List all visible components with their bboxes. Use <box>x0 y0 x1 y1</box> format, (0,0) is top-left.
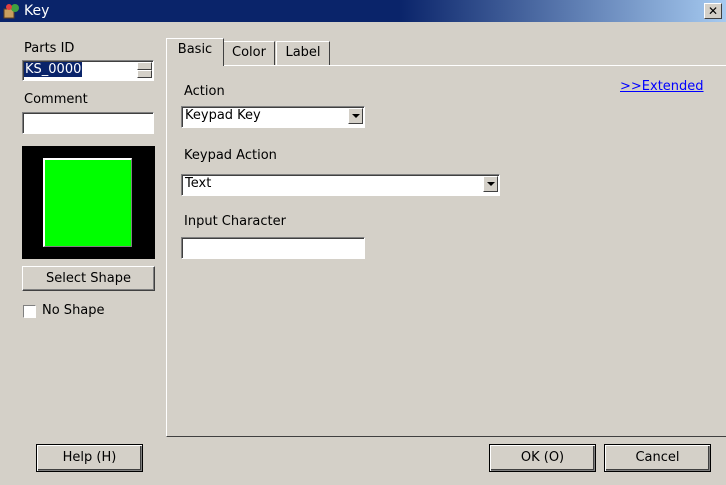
spin-down-button[interactable] <box>137 70 152 78</box>
keypad-action-label: Keypad Action <box>184 148 277 163</box>
select-shape-button[interactable]: Select Shape <box>22 266 155 291</box>
no-shape-checkbox[interactable] <box>23 305 36 318</box>
select-shape-label: Select Shape <box>46 271 131 286</box>
shape-swatch <box>43 158 132 247</box>
shape-preview <box>22 146 155 259</box>
tab-basic[interactable]: Basic <box>166 38 224 66</box>
tab-color[interactable]: Color <box>223 41 275 65</box>
action-dropdown[interactable]: Keypad Key <box>181 106 365 128</box>
chevron-down-icon[interactable] <box>348 108 363 124</box>
cancel-button[interactable]: Cancel <box>604 444 711 472</box>
keypad-action-value: Text <box>185 176 212 191</box>
title-bar: Key ✕ <box>0 0 726 22</box>
parts-id-label: Parts ID <box>24 41 75 56</box>
action-value: Keypad Key <box>185 108 261 123</box>
input-character-field[interactable] <box>181 237 365 259</box>
close-icon: ✕ <box>707 4 719 18</box>
no-shape-label: No Shape <box>42 303 105 318</box>
chevron-down-icon[interactable] <box>483 176 498 192</box>
parts-id-value: KS_0000 <box>24 62 83 77</box>
app-icon <box>3 4 19 19</box>
spin-up-button[interactable] <box>137 62 152 70</box>
parts-id-field[interactable]: KS_0000 <box>22 60 154 81</box>
help-button[interactable]: Help (H) <box>36 444 143 472</box>
comment-input[interactable] <box>22 112 154 134</box>
ok-button[interactable]: OK (O) <box>489 444 596 472</box>
tab-label[interactable]: Label <box>276 41 330 65</box>
comment-label: Comment <box>24 92 88 107</box>
input-character-label: Input Character <box>184 214 286 229</box>
extended-link[interactable]: >>Extended <box>620 79 704 94</box>
window-title: Key <box>24 3 50 19</box>
cancel-button-label: Cancel <box>635 450 680 465</box>
action-label: Action <box>184 84 225 99</box>
keypad-action-dropdown[interactable]: Text <box>181 174 500 196</box>
ok-button-label: OK (O) <box>520 450 565 465</box>
help-button-label: Help (H) <box>62 450 117 465</box>
close-button[interactable]: ✕ <box>704 3 722 19</box>
